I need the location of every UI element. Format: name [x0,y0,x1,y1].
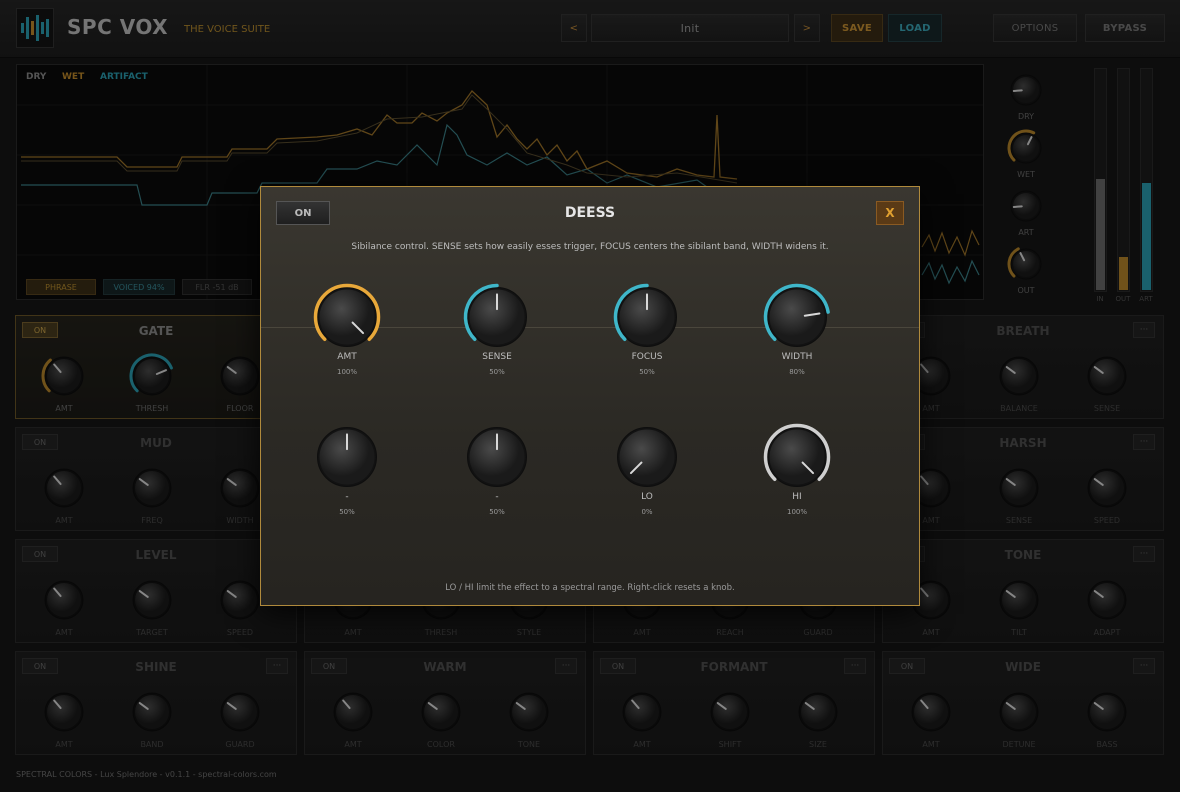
deess-knob-label: AMT [337,352,357,362]
deess-knob-label: WIDTH [781,352,813,362]
deess-knob-label: - [345,492,349,502]
deess-knob-lo[interactable] [612,422,682,492]
deess-knob-label: FOCUS [631,352,663,362]
modal-description: Sibilance control. SENSE sets how easily… [351,242,829,252]
deess-knob-value: 80% [789,368,805,376]
deess-knob-label: HI [792,492,802,502]
deess-knob-label: SENSE [482,352,512,362]
deess-knob-value: 50% [489,368,505,376]
modal-title: DEESS [564,205,616,221]
deess-knob-sense[interactable] [462,282,532,352]
modal-footnote: LO / HI limit the effect to a spectral r… [445,583,735,593]
deess-knob-width[interactable] [762,282,832,352]
deess-knob-amt[interactable] [312,282,382,352]
deess-knob-hi[interactable] [762,422,832,492]
deess-modal: ON DEESS X Sibilance control. SENSE sets… [260,186,920,606]
deess-knob-value: 100% [336,368,357,376]
deess-knob-value: 50% [339,508,355,516]
deess-knob-focus[interactable] [612,282,682,352]
close-button[interactable]: X [876,201,904,225]
deess-knob-label: LO [641,492,653,502]
deess-knob-value: 50% [489,508,505,516]
deess-knob-value: 0% [641,508,653,516]
deess-knob-unused[interactable] [462,422,532,492]
deess-knob-label: - [495,492,499,502]
deess-knob-value: 100% [786,508,807,516]
deess-knob-unused[interactable] [312,422,382,492]
deess-knob-value: 50% [639,368,655,376]
